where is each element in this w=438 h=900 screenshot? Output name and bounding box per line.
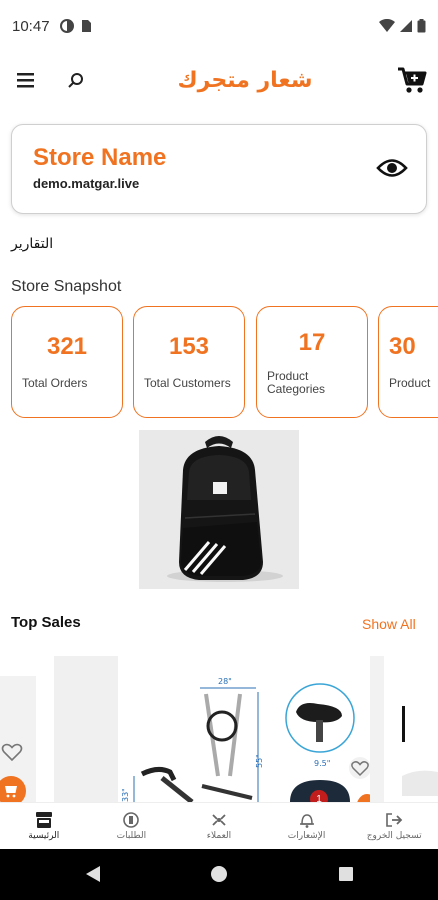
- top-sales-title: Top Sales: [11, 614, 81, 631]
- eye-icon: [376, 159, 408, 177]
- back-button[interactable]: [84, 865, 102, 887]
- stat-value: 17: [298, 329, 326, 356]
- elliptical-machine-image: 28" 55" 33": [122, 677, 264, 802]
- orders-icon: [123, 812, 140, 828]
- shoe-image: [402, 706, 438, 796]
- stat-card-product-categories[interactable]: 17 Product Categories: [256, 306, 368, 418]
- nav-label: الرئيسية: [28, 831, 60, 841]
- favorite-button[interactable]: [0, 740, 24, 764]
- nav-item-home[interactable]: الرئيسية: [0, 803, 88, 849]
- sim-card-icon: [81, 20, 91, 32]
- stat-card-total-customers[interactable]: 153 Total Customers: [133, 306, 245, 418]
- dimension-label-height: 55": [255, 754, 264, 768]
- stat-card-products[interactable]: 30 Product: [378, 306, 438, 418]
- recents-button[interactable]: [337, 865, 355, 887]
- system-navigation-bar: [0, 849, 438, 900]
- data-saver-icon: [59, 19, 74, 33]
- favorite-button[interactable]: [348, 756, 372, 780]
- nav-item-logout[interactable]: تسجيل الخروج: [350, 803, 438, 849]
- backpack-image: [139, 430, 299, 589]
- bell-icon: [299, 814, 314, 828]
- svg-text:9.5": 9.5": [314, 759, 330, 768]
- search-button[interactable]: [64, 68, 88, 92]
- stat-value: 153: [168, 333, 210, 360]
- notification-badge: 1: [310, 790, 328, 802]
- product-tile-seat[interactable]: 9.5" 1: [270, 656, 368, 802]
- home-button[interactable]: [210, 865, 228, 887]
- dimension-label-width: 28": [218, 677, 232, 686]
- show-all-link[interactable]: Show All: [362, 616, 416, 632]
- product-tile[interactable]: [54, 656, 118, 802]
- stat-label: Total Customers: [144, 376, 231, 390]
- nav-item-orders[interactable]: الطلبات: [88, 803, 176, 849]
- nav-item-notifications[interactable]: الإشعارات: [263, 803, 351, 849]
- heart-icon: [349, 757, 371, 779]
- view-store-button[interactable]: [376, 155, 408, 181]
- add-to-cart-button[interactable]: [0, 776, 26, 802]
- recents-square-icon: [339, 867, 353, 881]
- cart-button[interactable]: [396, 64, 428, 96]
- store-name: Store Name: [33, 144, 167, 171]
- bottom-navigation: الرئيسية الطلبات العملاء الإشعارات تسجيل…: [0, 802, 438, 849]
- stat-label: Total Orders: [22, 376, 88, 390]
- stat-value: 321: [46, 333, 88, 360]
- menu-button[interactable]: [14, 68, 38, 92]
- seat-part-image: 9.5": [285, 683, 355, 802]
- customers-icon: [212, 814, 226, 826]
- home-circle-icon: [211, 866, 227, 882]
- status-left-icons: [59, 19, 92, 33]
- hamburger-menu-icon: [17, 73, 34, 88]
- nav-label: العملاء: [206, 831, 232, 841]
- wifi-icon: [379, 19, 395, 32]
- nav-item-customers[interactable]: العملاء: [175, 803, 263, 849]
- top-sales-carousel[interactable]: 28" 55" 33" 9.5" 1: [0, 656, 438, 802]
- featured-product-image[interactable]: [139, 430, 299, 589]
- nav-label: الإشعارات: [287, 831, 326, 841]
- store-logo: شعار متجرك: [170, 60, 320, 100]
- status-bar: 10:47: [0, 0, 438, 52]
- app-bar: شعار متجرك: [0, 52, 438, 108]
- back-triangle-icon: [86, 866, 100, 882]
- stat-label: Product: [389, 376, 431, 390]
- store-icon: [35, 812, 52, 828]
- logout-icon: [386, 813, 403, 827]
- dimension-label-depth: 33": [122, 788, 130, 802]
- stat-label: Product Categories: [267, 369, 326, 396]
- store-logo-text: شعار متجرك: [177, 67, 313, 93]
- stat-card-total-orders[interactable]: 321 Total Orders: [11, 306, 123, 418]
- heart-icon: [1, 743, 23, 762]
- cart-icon: [398, 67, 427, 93]
- store-snapshot-title: Store Snapshot: [11, 278, 122, 295]
- stat-value: 30: [389, 333, 416, 360]
- nav-label: تسجيل الخروج: [366, 831, 422, 841]
- store-domain[interactable]: demo.matgar.live: [33, 176, 139, 191]
- cart-plus-icon: [5, 786, 17, 798]
- nav-label: الطلبات: [116, 831, 147, 841]
- store-card: Store Name demo.matgar.live: [11, 124, 427, 214]
- product-tile-elliptical[interactable]: 28" 55" 33": [122, 656, 268, 802]
- stats-row[interactable]: 321 Total Orders 153 Total Customers 17 …: [11, 306, 438, 418]
- product-tile[interactable]: [370, 656, 384, 802]
- cell-signal-icon: [400, 20, 412, 32]
- status-right-icons: [379, 19, 426, 33]
- search-icon: [68, 73, 83, 88]
- product-tile-shoe[interactable]: [388, 656, 438, 802]
- reports-label: التقارير: [11, 236, 54, 252]
- status-time: 10:47: [12, 17, 50, 35]
- battery-icon: [417, 19, 426, 33]
